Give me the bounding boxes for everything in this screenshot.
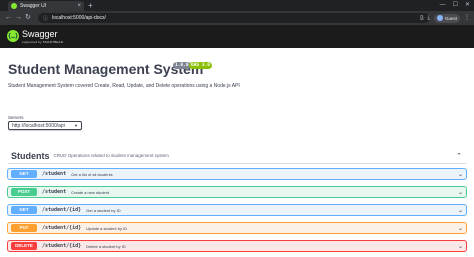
chevron-down-icon[interactable]: ⌄ — [458, 189, 463, 196]
operation-delete-student[interactable]: DELETE /student/{id} Delete a student by… — [7, 240, 467, 252]
operation-post-student[interactable]: POST /student Create a new student ⌄ — [7, 186, 467, 198]
operation-get-students[interactable]: GET /student Get a list of all students … — [7, 168, 467, 180]
operation-path: /student — [42, 189, 67, 195]
logo-subtitle: supported by SMARTBEAR — [22, 40, 64, 44]
profile-button[interactable]: Guest — [433, 13, 460, 23]
close-window-icon[interactable]: ✕ — [465, 0, 470, 11]
api-description: Student Management System covered Create… — [8, 83, 240, 89]
browser-tab[interactable]: Swagger UI × — [8, 1, 84, 11]
forward-icon[interactable]: → — [15, 11, 22, 25]
chevron-down-icon[interactable]: ⌄ — [458, 171, 463, 178]
url-text[interactable]: localhost:5000/api-docs/ — [52, 15, 420, 21]
tag-section-header[interactable]: Students CRUD Operations related to stud… — [8, 148, 466, 164]
method-badge: PUT — [11, 224, 37, 232]
tab-title: Swagger UI — [20, 3, 47, 9]
operation-summary: Get a list of all students — [71, 171, 113, 177]
chevron-up-icon[interactable]: ⌃ — [456, 152, 462, 160]
chevron-down-icon[interactable]: ⌄ — [458, 225, 463, 232]
operation-put-student[interactable]: PUT /student/{id} Update a student by ID… — [7, 222, 467, 234]
operation-path: /student/{id} — [42, 207, 82, 213]
operation-summary: Get a student by ID — [86, 207, 121, 213]
operation-summary: Update a student by ID — [86, 225, 128, 231]
tag-description: CRUD Operations related to student manag… — [53, 153, 169, 158]
sidebar-icon[interactable]: ▯ — [420, 13, 423, 23]
reload-icon[interactable]: ↻ — [25, 11, 31, 25]
avatar — [436, 15, 443, 21]
method-badge: DELETE — [11, 242, 37, 250]
chevron-down-icon[interactable]: ⌄ — [458, 207, 463, 214]
menu-dots-icon[interactable]: ⋮ — [464, 13, 470, 23]
swagger-logo-icon[interactable]: {…} — [7, 30, 19, 42]
operation-path: /student/{id} — [42, 243, 82, 249]
operation-path: /student/{id} — [42, 225, 82, 231]
close-tab-icon[interactable]: × — [77, 3, 81, 9]
swagger-favicon-icon — [11, 3, 17, 9]
method-badge: GET — [11, 170, 37, 178]
operation-summary: Delete a student by ID — [86, 243, 126, 249]
new-tab-icon[interactable]: + — [88, 0, 93, 11]
servers-select[interactable]: http://localhost:5000/api ▼ — [8, 121, 82, 130]
method-badge: POST — [11, 188, 37, 196]
operation-summary: Create a new student — [71, 189, 110, 195]
oas-badge: OAS 3.0 — [189, 62, 212, 69]
chevron-down-icon: ▼ — [74, 123, 78, 128]
browser-window: Swagger UI × + — ☐ ✕ ← → ↻ ⓘ localhost:5… — [0, 0, 474, 257]
site-info-icon[interactable]: ⓘ — [43, 15, 48, 22]
method-badge: GET — [11, 206, 37, 214]
servers-selected-value: http://localhost:5000/api — [12, 122, 65, 129]
servers-label: Servers — [8, 115, 24, 120]
window-controls: — ☐ ✕ — [440, 0, 470, 11]
operation-path: /student — [42, 171, 67, 177]
minimize-icon[interactable]: — — [440, 0, 446, 11]
version-badge: 1.0.0 — [173, 62, 191, 69]
logo-name[interactable]: Swagger — [22, 29, 58, 39]
back-icon[interactable]: ← — [5, 11, 12, 25]
chevron-down-icon[interactable]: ⌄ — [458, 243, 463, 250]
download-icon[interactable]: ⤓ — [427, 13, 430, 23]
profile-label: Guest — [444, 15, 457, 21]
toolbar-right: ▯ ⤓ Guest ⋮ — [420, 13, 470, 23]
tag-name: Students — [11, 150, 50, 161]
maximize-icon[interactable]: ☐ — [453, 0, 458, 11]
swagger-topbar: {…} Swagger supported by SMARTBEAR — [0, 25, 474, 48]
browser-toolbar: ← → ↻ ⓘ localhost:5000/api-docs/ ☆ ▯ ⤓ G… — [0, 11, 474, 25]
tab-strip: Swagger UI × + — ☐ ✕ — [0, 0, 474, 11]
address-bar[interactable]: ⓘ localhost:5000/api-docs/ ☆ — [38, 13, 430, 23]
operation-get-student-by-id[interactable]: GET /student/{id} Get a student by ID ⌄ — [7, 204, 467, 216]
